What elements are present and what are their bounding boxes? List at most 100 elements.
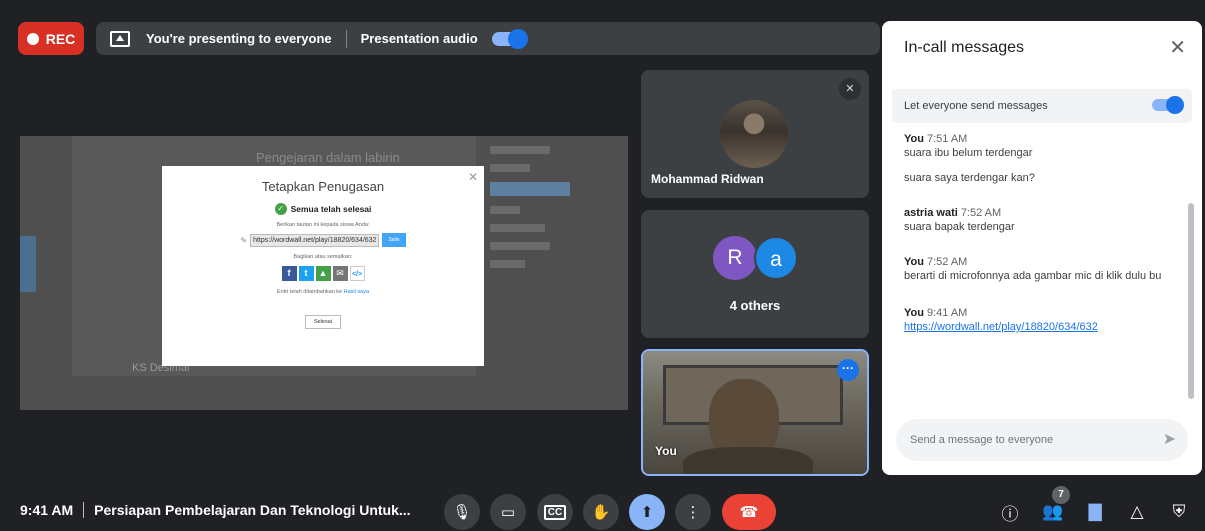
- avatar: [720, 100, 788, 168]
- sender: You: [904, 256, 924, 268]
- share-link-field[interactable]: https://wordwall.net/play/18820/634/632: [250, 233, 380, 247]
- meeting-details-button[interactable]: ⓘ: [995, 497, 1025, 527]
- presenting-bar: You're presenting to everyone Presentati…: [96, 22, 880, 55]
- message-input-placeholder: Send a message to everyone: [910, 434, 1054, 446]
- sender: astria wati: [904, 207, 958, 219]
- chat-icon: ▇: [1088, 502, 1102, 521]
- options-sidebar: [490, 146, 570, 276]
- presentation-audio-toggle[interactable]: [491, 28, 528, 49]
- close-icon[interactable]: ✕: [1169, 35, 1186, 60]
- send-icon[interactable]: ➤: [1163, 419, 1176, 461]
- more-options-icon[interactable]: ···: [837, 359, 859, 381]
- meeting-title: Persiapan Pembelajaran Dan Teknologi Unt…: [94, 502, 411, 518]
- clock: 9:41 AM: [20, 502, 74, 518]
- captions-icon: CC: [543, 504, 567, 520]
- assign-dialog: ✕ Tetapkan Penugasan ✓ Semua telah seles…: [162, 166, 484, 366]
- divider: [345, 29, 347, 48]
- self-name: You: [655, 444, 677, 458]
- rec-label: REC: [45, 30, 76, 47]
- note-prefix: Entri telah ditambahkan ke: [276, 289, 343, 295]
- message-list: You 7:51 AM suara ibu belum terdengar sua…: [904, 133, 1174, 336]
- raise-hand-icon: ✋: [591, 504, 611, 521]
- shield-icon: ⛨: [1172, 502, 1186, 521]
- chat-button[interactable]: ▇: [1080, 497, 1110, 527]
- presentation-audio-label: Presentation audio: [360, 31, 478, 46]
- recording-indicator[interactable]: REC: [18, 22, 84, 55]
- divider: [83, 502, 85, 518]
- done-text: Semua telah selesai: [290, 204, 372, 214]
- message-group: You 7:51 AM suara ibu belum terdengar sua…: [904, 133, 1174, 187]
- present-screen-icon: [110, 30, 130, 47]
- captions-button[interactable]: CC: [537, 494, 573, 530]
- link-row: ✎ https://wordwall.net/play/18820/634/63…: [162, 233, 484, 247]
- microphone-button[interactable]: 🎙: [444, 494, 480, 530]
- done-status: ✓ Semua telah selesai: [162, 203, 484, 215]
- end-call-button[interactable]: ☎: [722, 494, 776, 530]
- message-group: You 9:41 AM https://wordwall.net/play/188…: [904, 307, 1174, 336]
- microphone-icon: 🎙: [452, 504, 472, 521]
- twitter-icon[interactable]: t: [298, 266, 314, 281]
- message-group: You 7:52 AM berarti di microfonnya ada ga…: [904, 256, 1174, 285]
- people-icon: 👥: [1042, 502, 1064, 521]
- chat-title: In-call messages: [904, 39, 1025, 56]
- presenting-text: You're presenting to everyone: [146, 31, 332, 46]
- message-input[interactable]: Send a message to everyone ➤: [896, 419, 1188, 461]
- camera-icon: ▭: [500, 504, 516, 521]
- chat-panel: In-call messages ✕ Let everyone send mes…: [882, 21, 1202, 475]
- activities-button[interactable]: △: [1122, 497, 1152, 527]
- link-prompt: Berikan tautan ini kepada siswa Anda:: [276, 222, 370, 228]
- activity-title: Pengejaran dalam labirin: [256, 150, 400, 165]
- share-strip: [20, 236, 36, 292]
- self-tile[interactable]: ··· You: [641, 349, 869, 476]
- dialog-close-icon[interactable]: ✕: [468, 170, 478, 184]
- message-text: berarti di microfonnya ada gambar mic di…: [904, 270, 1162, 282]
- allow-messages-row: Let everyone send messages: [892, 89, 1192, 123]
- check-icon: ✓: [274, 203, 287, 215]
- dialog-title: Tetapkan Penugasan: [261, 179, 385, 194]
- people-count-badge: 7: [1052, 486, 1070, 504]
- host-controls-button[interactable]: ⛨: [1164, 497, 1194, 527]
- message-text: suara ibu belum terdengar: [904, 147, 1033, 159]
- allow-messages-toggle[interactable]: [1152, 96, 1184, 114]
- share-buttons: f t ▲ ✉ </>: [162, 266, 484, 281]
- others-tile[interactable]: R a 4 others: [641, 210, 869, 338]
- raise-hand-button[interactable]: ✋: [583, 494, 619, 530]
- message-text: suara saya terdengar kan?: [904, 172, 1035, 184]
- timestamp: 9:41 AM: [926, 307, 968, 319]
- chat-scrollbar[interactable]: [1188, 203, 1194, 399]
- participant-tile[interactable]: ✕ Mohammad Ridwan: [641, 70, 869, 198]
- finish-button[interactable]: Selesai: [304, 315, 342, 329]
- rec-dot-icon: [26, 32, 39, 45]
- message-text: suara bapak terdengar: [904, 221, 1015, 233]
- activities-icon: △: [1130, 502, 1144, 521]
- timestamp: 7:52 AM: [926, 256, 968, 268]
- share-prompt: Bagikan atau sematkan:: [293, 254, 353, 260]
- present-button[interactable]: ⬆: [629, 494, 665, 530]
- avatar-a: a: [754, 236, 798, 280]
- copy-button[interactable]: Salin: [382, 233, 406, 247]
- more-options-button[interactable]: ⋮: [675, 494, 711, 530]
- camera-button[interactable]: ▭: [490, 494, 526, 530]
- timestamp: 7:51 AM: [926, 133, 968, 145]
- present-icon: ⬆: [640, 504, 654, 521]
- sender: You: [904, 307, 924, 319]
- timestamp: 7:52 AM: [960, 207, 1002, 219]
- paperclip-icon: ✎: [240, 235, 248, 245]
- more-vert-icon: ⋮: [685, 504, 701, 521]
- message-link[interactable]: https://wordwall.net/play/18820/634/632: [904, 319, 1174, 336]
- results-note: Entri telah ditambahkan ke Hasil saya: [162, 289, 484, 295]
- allow-messages-label: Let everyone send messages: [904, 100, 1048, 112]
- shared-screen: Pengejaran dalam labirin KS Desimal ✕ Te…: [20, 136, 628, 410]
- meeting-info: 9:41 AM Persiapan Pembelajaran Dan Tekno…: [20, 502, 411, 518]
- avatar-r: R: [713, 236, 757, 280]
- google-classroom-icon[interactable]: ▲: [315, 266, 331, 281]
- results-link[interactable]: Hasil saya: [344, 289, 369, 295]
- end-call-icon: ☎: [739, 504, 759, 521]
- info-icon: ⓘ: [1001, 504, 1019, 524]
- message-group: astria wati 7:52 AM suara bapak terdengar: [904, 207, 1174, 236]
- email-icon[interactable]: ✉: [332, 266, 348, 281]
- embed-icon[interactable]: </>: [349, 266, 365, 281]
- participant-name: Mohammad Ridwan: [651, 172, 764, 186]
- facebook-icon[interactable]: f: [281, 266, 297, 281]
- mic-off-icon: ✕: [839, 78, 861, 100]
